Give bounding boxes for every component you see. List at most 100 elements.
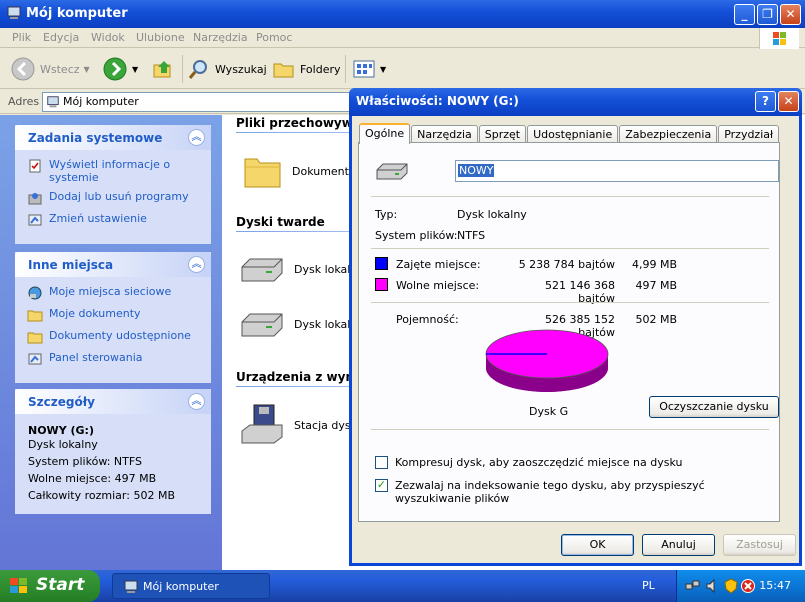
views-dropdown-icon[interactable]: ▼	[380, 65, 386, 74]
cancel-button[interactable]: Anuluj	[642, 534, 715, 556]
folders-button[interactable]: Foldery	[272, 55, 341, 83]
language-indicator[interactable]: PL	[642, 579, 655, 592]
task-change-setting[interactable]: Zmień ustawienie	[27, 212, 201, 228]
clock[interactable]: 15:47	[759, 579, 791, 592]
used-space-size: 4,99 MB	[631, 258, 677, 271]
properties-dialog: Właściwości: NOWY (G:) ? ✕ Ogólne Narzęd…	[349, 88, 802, 566]
security-shield-icon[interactable]	[723, 578, 739, 594]
start-button[interactable]: Start	[0, 570, 100, 602]
task-pane: Zadania systemowe ︽ Wyświetl informacje …	[0, 115, 222, 570]
network-tray-icon[interactable]	[685, 578, 701, 594]
menu-bar: Plik Edycja Widok Ulubione Narzędzia Pom…	[0, 28, 805, 48]
index-checkbox[interactable]: ✓	[375, 479, 388, 492]
alert-tray-icon[interactable]	[740, 578, 756, 594]
tab-hardware[interactable]: Sprzęt	[478, 125, 527, 143]
tab-general[interactable]: Ogólne	[359, 123, 411, 144]
back-button[interactable]: Wstecz ▼	[10, 55, 90, 83]
forward-button[interactable]: ▼	[102, 55, 138, 83]
search-button[interactable]: Wyszukaj	[187, 55, 267, 83]
details-free-space: Wolne miejsce: 497 MB	[28, 472, 157, 485]
drive-name-input[interactable]: NOWY	[455, 160, 779, 182]
control-panel-icon	[28, 214, 42, 226]
search-icon	[188, 60, 207, 79]
disk-usage-pie	[485, 329, 609, 392]
task-view-system-info[interactable]: Wyświetl informacje o systemie	[27, 158, 201, 184]
network-places-icon	[28, 286, 42, 300]
ok-button[interactable]: OK	[561, 534, 634, 556]
up-folder-button[interactable]	[151, 55, 175, 83]
index-label: Zezwalaj na indeksowanie tego dysku, aby…	[395, 479, 705, 505]
details-box: Szczegóły ︽ NOWY (G:) Dysk lokalny Syste…	[15, 389, 211, 514]
type-value: Dysk lokalny	[457, 208, 527, 221]
tab-sharing[interactable]: Udostępnianie	[527, 125, 619, 143]
tab-tools[interactable]: Narzędzia	[411, 125, 478, 143]
type-label: Typ:	[375, 208, 398, 221]
collapse-chevron-icon[interactable]: ︽	[188, 256, 205, 273]
place-network[interactable]: Moje miejsca sieciowe	[27, 285, 201, 301]
item-floppy-drive[interactable]: Stacja dyski	[238, 403, 360, 447]
forward-arrow-icon	[103, 57, 127, 81]
menu-edycja[interactable]: Edycja	[43, 31, 79, 44]
views-grid-icon	[353, 60, 375, 78]
control-panel-icon	[28, 353, 42, 365]
menu-pomoc[interactable]: Pomoc	[256, 31, 292, 44]
address-input[interactable]: Mój komputer	[42, 92, 362, 112]
apply-button[interactable]: Zastosuj	[723, 534, 796, 556]
tab-security[interactable]: Zabezpieczenia	[619, 125, 718, 143]
system-tray: 15:47	[676, 570, 805, 602]
maximize-button[interactable]: ❐	[757, 4, 778, 25]
windows-flag-icon	[773, 32, 786, 45]
details-header[interactable]: Szczegóły ︽	[15, 389, 211, 414]
item-local-disk-2[interactable]: Dysk lokalny	[238, 308, 364, 340]
close-button[interactable]: ✕	[780, 4, 801, 25]
shared-folder-icon	[27, 332, 43, 344]
task-add-remove-programs[interactable]: Dodaj lub usuń programy	[27, 190, 201, 206]
taskbar: Start Mój komputer PL 15:47	[0, 570, 805, 602]
minimize-button[interactable]: _	[734, 4, 755, 25]
menu-ulubione[interactable]: Ulubione	[136, 31, 185, 44]
free-space-label: Wolne miejsce:	[396, 279, 480, 292]
up-folder-icon	[153, 61, 171, 78]
place-my-documents[interactable]: Moje dokumenty	[27, 307, 201, 323]
taskbar-item-my-computer[interactable]: Mój komputer	[112, 573, 270, 599]
folder-icon	[273, 63, 294, 78]
dialog-title: Właściwości: NOWY (G:)	[356, 94, 519, 108]
free-space-size: 497 MB	[635, 279, 677, 292]
menu-widok[interactable]: Widok	[91, 31, 125, 44]
compress-label: Kompresuj dysk, aby zaoszczędzić miejsce…	[395, 456, 683, 469]
other-places-box: Inne miejsca ︽ Moje miejsca sieciowe Moj…	[15, 252, 211, 383]
filesystem-label: System plików:	[375, 229, 458, 242]
item-documents[interactable]: Dokumenty	[242, 151, 355, 191]
capacity-size: 502 MB	[635, 313, 677, 326]
place-shared-documents[interactable]: Dokumenty udostępnione	[27, 329, 201, 345]
item-local-disk-1[interactable]: Dysk lokalny	[238, 253, 364, 285]
capacity-label: Pojemność:	[396, 313, 459, 326]
details-total-size: Całkowity rozmiar: 502 MB	[28, 489, 175, 502]
volume-tray-icon[interactable]	[705, 578, 721, 594]
dialog-titlebar[interactable]: Właściwości: NOWY (G:) ? ✕	[349, 88, 802, 116]
system-tasks-box: Zadania systemowe ︽ Wyświetl informacje …	[15, 125, 211, 244]
tab-quota[interactable]: Przydział	[718, 125, 780, 143]
address-label: Adres	[8, 95, 40, 108]
help-button[interactable]: ?	[755, 91, 776, 112]
used-space-swatch	[375, 257, 388, 270]
system-tasks-header[interactable]: Zadania systemowe ︽	[15, 125, 211, 150]
filesystem-value: NTFS	[457, 229, 486, 242]
disk-cleanup-button[interactable]: Oczyszczanie dysku	[649, 396, 779, 418]
computer-icon	[7, 6, 21, 19]
collapse-chevron-icon[interactable]: ︽	[188, 129, 205, 146]
forward-dropdown-icon[interactable]: ▼	[132, 65, 138, 74]
explorer-titlebar[interactable]: Mój komputer _ ❐ ✕	[0, 0, 805, 28]
system-info-icon	[29, 159, 41, 173]
free-space-swatch	[375, 278, 388, 291]
views-button[interactable]: ▼	[352, 55, 386, 83]
hard-drive-icon	[376, 163, 408, 180]
menu-plik[interactable]: Plik	[12, 31, 31, 44]
collapse-chevron-icon[interactable]: ︽	[188, 393, 205, 410]
menu-narzedzia[interactable]: Narzędzia	[193, 31, 248, 44]
compress-checkbox[interactable]	[375, 456, 388, 469]
back-dropdown-icon[interactable]: ▼	[84, 65, 90, 74]
dialog-close-button[interactable]: ✕	[778, 91, 799, 112]
other-places-header[interactable]: Inne miejsca ︽	[15, 252, 211, 277]
place-control-panel[interactable]: Panel sterowania	[27, 351, 201, 367]
